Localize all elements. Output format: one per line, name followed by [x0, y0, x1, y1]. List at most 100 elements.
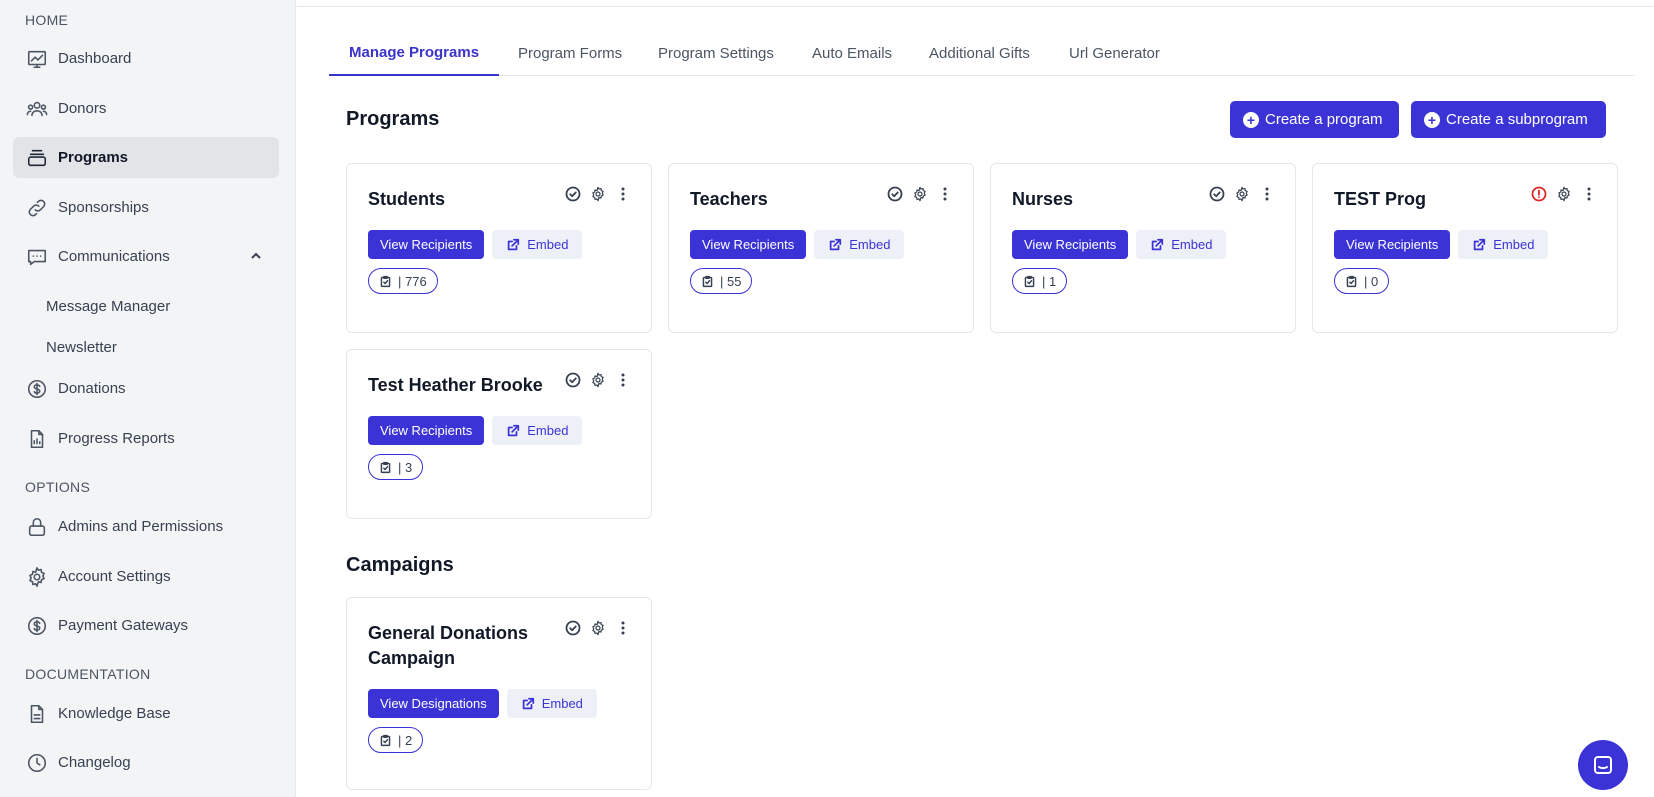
program-card: Students View Recipients Embed | 776 [346, 163, 652, 333]
card-actions: View Recipients Embed [1334, 230, 1549, 259]
tab-additional-gifts[interactable]: Additional Gifts [909, 30, 1050, 76]
external-link-icon [830, 238, 842, 250]
dollar-icon [25, 614, 49, 638]
sidebar-item-label: Progress Reports [58, 430, 175, 447]
gear-icon[interactable] [590, 372, 606, 388]
sidebar: HOME Dashboard Donors Programs Sponsorsh… [0, 0, 296, 797]
gear-icon[interactable] [590, 620, 606, 636]
plus-icon: + [1424, 111, 1440, 128]
sidebar-item-label: Admins and Permissions [58, 518, 224, 535]
embed-button[interactable]: Embed [492, 416, 583, 445]
embed-button[interactable]: Embed [506, 689, 597, 718]
view-recipients-button[interactable]: View Recipients [368, 416, 485, 445]
chat-launcher-button[interactable] [1578, 740, 1628, 790]
recipient-count: | 55 [720, 273, 742, 289]
more-vertical-icon[interactable] [615, 186, 631, 202]
dollar-icon [25, 377, 49, 401]
tab-program-settings[interactable]: Program Settings [638, 30, 794, 76]
view-designations-button[interactable]: View Designations [368, 689, 499, 718]
embed-label: Embed [527, 423, 569, 438]
gear-icon[interactable] [912, 186, 928, 202]
embed-button[interactable]: Embed [1458, 230, 1549, 259]
card-icon-group [1209, 186, 1275, 202]
sidebar-item-changelog[interactable]: Changelog [13, 742, 279, 783]
embed-button[interactable]: Embed [814, 230, 905, 259]
sidebar-item-label: Changelog [58, 754, 131, 771]
sidebar-item-programs[interactable]: Programs [13, 137, 279, 178]
external-link-icon [508, 424, 520, 436]
lock-icon [25, 515, 49, 539]
create-program-button[interactable]: + Create a program [1230, 101, 1399, 138]
clipboard-check-icon [1346, 275, 1357, 287]
view-recipients-button[interactable]: View Recipients [1012, 230, 1129, 259]
gear-icon[interactable] [1234, 186, 1250, 202]
more-vertical-icon[interactable] [615, 372, 631, 388]
check-circle-icon[interactable] [887, 186, 903, 202]
document-icon [25, 702, 49, 726]
card-actions: View Recipients Embed [368, 416, 583, 445]
sidebar-item-newsletter[interactable]: Newsletter [46, 339, 117, 356]
view-recipients-button[interactable]: View Recipients [1334, 230, 1451, 259]
more-vertical-icon[interactable] [1259, 186, 1275, 202]
more-vertical-icon[interactable] [615, 620, 631, 636]
create-program-label: Create a program [1265, 111, 1383, 128]
sidebar-item-sponsorships[interactable]: Sponsorships [13, 187, 279, 228]
sidebar-item-donations[interactable]: Donations [13, 368, 279, 409]
recipient-count: | 1 [1042, 273, 1057, 289]
program-card: Nurses View Recipients Embed | 1 [990, 163, 1296, 333]
sidebar-item-knowledge-base[interactable]: Knowledge Base [13, 693, 279, 734]
plus-icon: + [1243, 111, 1259, 128]
check-circle-icon[interactable] [565, 186, 581, 202]
more-vertical-icon[interactable] [1581, 186, 1597, 202]
card-icon-group [565, 372, 631, 388]
sidebar-item-donors[interactable]: Donors [13, 88, 279, 129]
embed-button[interactable]: Embed [1136, 230, 1227, 259]
check-circle-icon[interactable] [565, 372, 581, 388]
tab-url-generator[interactable]: Url Generator [1049, 30, 1180, 76]
view-recipients-button[interactable]: View Recipients [368, 230, 485, 259]
tab-bar: Manage Programs Program Forms Program Se… [329, 30, 1635, 76]
card-icon-group [565, 186, 631, 202]
gear-icon[interactable] [590, 186, 606, 202]
recipient-count-badge: | 3 [368, 454, 424, 480]
sidebar-item-payment-gateways[interactable]: Payment Gateways [13, 605, 279, 646]
tab-auto-emails[interactable]: Auto Emails [792, 30, 912, 76]
recipient-count-badge: | 1 [1012, 268, 1068, 294]
sidebar-item-label: Dashboard [58, 50, 132, 67]
sidebar-item-communications[interactable]: Communications [13, 236, 279, 277]
embed-button[interactable]: Embed [492, 230, 583, 259]
clipboard-check-icon [380, 275, 391, 287]
recipient-count-badge: | 55 [690, 268, 753, 294]
program-card-title: Nurses [1012, 189, 1074, 209]
sidebar-item-dashboard[interactable]: Dashboard [13, 38, 279, 79]
sidebar-item-message-manager[interactable]: Message Manager [46, 298, 170, 315]
sidebar-item-label: Communications [58, 248, 170, 265]
external-link-icon [508, 238, 520, 250]
gear-icon[interactable] [1556, 186, 1572, 202]
embed-label: Embed [849, 237, 891, 252]
sidebar-item-progress-reports[interactable]: Progress Reports [13, 418, 279, 459]
clipboard-check-icon [380, 461, 391, 473]
sidebar-item-account-settings[interactable]: Account Settings [13, 556, 279, 597]
sidebar-item-label: Payment Gateways [58, 617, 189, 634]
clipboard-check-icon [702, 275, 713, 287]
alert-circle-icon[interactable] [1531, 186, 1547, 202]
program-card-title: Test Heather Brooke [368, 375, 543, 395]
embed-label: Embed [1493, 237, 1535, 252]
sidebar-section-documentation: DOCUMENTATION [25, 666, 151, 682]
tab-program-forms[interactable]: Program Forms [498, 30, 642, 76]
sidebar-item-admins[interactable]: Admins and Permissions [13, 506, 279, 547]
view-recipients-button[interactable]: View Recipients [690, 230, 807, 259]
dashboard-icon [25, 47, 49, 71]
more-vertical-icon[interactable] [937, 186, 953, 202]
program-card-title: Teachers [690, 189, 768, 209]
report-icon [25, 427, 49, 451]
chevron-up-icon[interactable] [249, 249, 263, 263]
check-circle-icon[interactable] [565, 620, 581, 636]
campaign-card: General Donations Campaign View Designat… [346, 597, 652, 790]
chat-icon [25, 245, 49, 269]
create-subprogram-button[interactable]: + Create a subprogram [1411, 101, 1606, 138]
tab-manage-programs[interactable]: Manage Programs [329, 30, 500, 76]
card-actions: View Recipients Embed [690, 230, 905, 259]
check-circle-icon[interactable] [1209, 186, 1225, 202]
